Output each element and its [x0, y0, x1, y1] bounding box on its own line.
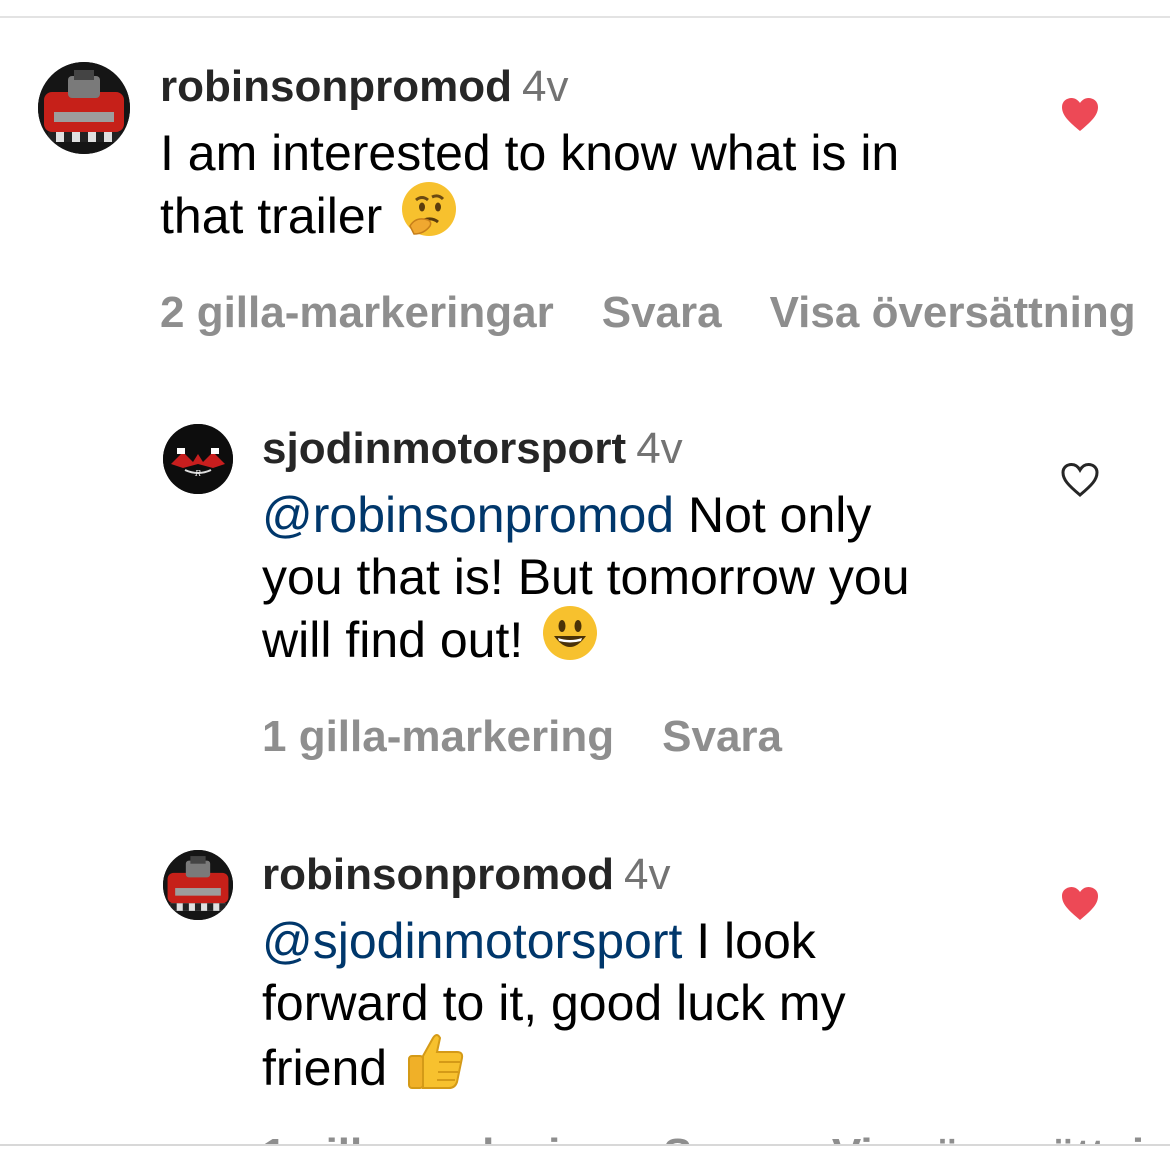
- comments-thread: robinsonpromod 4v I am interested to know…: [0, 0, 1170, 1170]
- comment-actions: 1 gilla-markering Svara: [262, 712, 910, 762]
- comment-text: @sjodinmotorsport I look forward to it, …: [262, 910, 846, 1110]
- comment-text-line: @sjodinmotorsport I look: [262, 910, 846, 972]
- comment-text-line: forward to it, good luck my: [262, 975, 846, 1031]
- comment-text-fragment: will find out!: [262, 612, 524, 669]
- see-translation-button[interactable]: Visa översättning: [770, 288, 1136, 337]
- comment-text-fragment: I look: [682, 913, 816, 969]
- comment-text: @robinsonpromod Not only you that is! Bu…: [262, 484, 910, 680]
- reply-button[interactable]: Svara: [663, 1133, 783, 1144]
- comment-age: 4v: [636, 424, 683, 473]
- heart-filled-icon[interactable]: [1060, 97, 1100, 133]
- comment-age: 4v: [521, 62, 569, 111]
- reply-button[interactable]: Svara: [602, 288, 722, 337]
- comment-actions-cutoff: 1 gilla-markering Svara Visa översättnin…: [262, 1133, 1170, 1144]
- thinking-face-icon: [400, 180, 458, 252]
- mention-link[interactable]: @robinsonpromod: [262, 487, 674, 543]
- comment-text-fragment: Not only: [674, 487, 872, 543]
- comment-username[interactable]: robinsonpromod: [262, 850, 614, 899]
- comment-text: I am interested to know what is in that …: [160, 122, 1170, 256]
- car-avatar-icon: [38, 62, 130, 154]
- thumbs-up-icon: [405, 1030, 467, 1106]
- comment-text-fragment: friend: [262, 1040, 388, 1097]
- bottom-divider: [0, 1144, 1170, 1146]
- svg-text:R: R: [194, 469, 201, 478]
- comment-username[interactable]: sjodinmotorsport: [262, 424, 626, 473]
- avatar-robinsonpromod[interactable]: [163, 850, 233, 920]
- reply-button[interactable]: Svara: [662, 712, 782, 761]
- see-translation-button[interactable]: Visa översättning: [832, 1133, 1170, 1144]
- mention-link[interactable]: @sjodinmotorsport: [262, 913, 682, 969]
- comment-text-line: @robinsonpromod Not only: [262, 484, 910, 546]
- racing-logo-avatar-icon: R: [163, 424, 233, 494]
- likes-count[interactable]: 1 gilla-markering: [262, 712, 614, 761]
- comment-actions: 2 gilla-markeringar Svara Visa översättnin…: [160, 288, 1170, 338]
- avatar-robinsonpromod[interactable]: [38, 62, 130, 154]
- comment-text-fragment: that trailer: [160, 188, 383, 245]
- heart-filled-icon[interactable]: [1060, 886, 1100, 922]
- comment-age: 4v: [623, 850, 671, 899]
- comment-text-line: will find out!: [262, 606, 910, 680]
- comment-text-line: friend: [262, 1034, 846, 1110]
- top-divider: [0, 16, 1170, 18]
- likes-count[interactable]: 2 gilla-markeringar: [160, 288, 554, 337]
- smiley-face-icon: [541, 604, 599, 676]
- likes-count[interactable]: 1 gilla-markering: [262, 1133, 614, 1144]
- comment-username[interactable]: robinsonpromod: [160, 62, 512, 111]
- comment-text-line: you that is! But tomorrow you: [262, 549, 910, 605]
- car-avatar-icon: [163, 850, 233, 920]
- comment-text-line: that trailer: [160, 182, 1170, 256]
- avatar-sjodinmotorsport[interactable]: R: [163, 424, 233, 494]
- comment-text-line: I am interested to know what is in: [160, 125, 900, 181]
- heart-outline-icon[interactable]: [1060, 462, 1100, 498]
